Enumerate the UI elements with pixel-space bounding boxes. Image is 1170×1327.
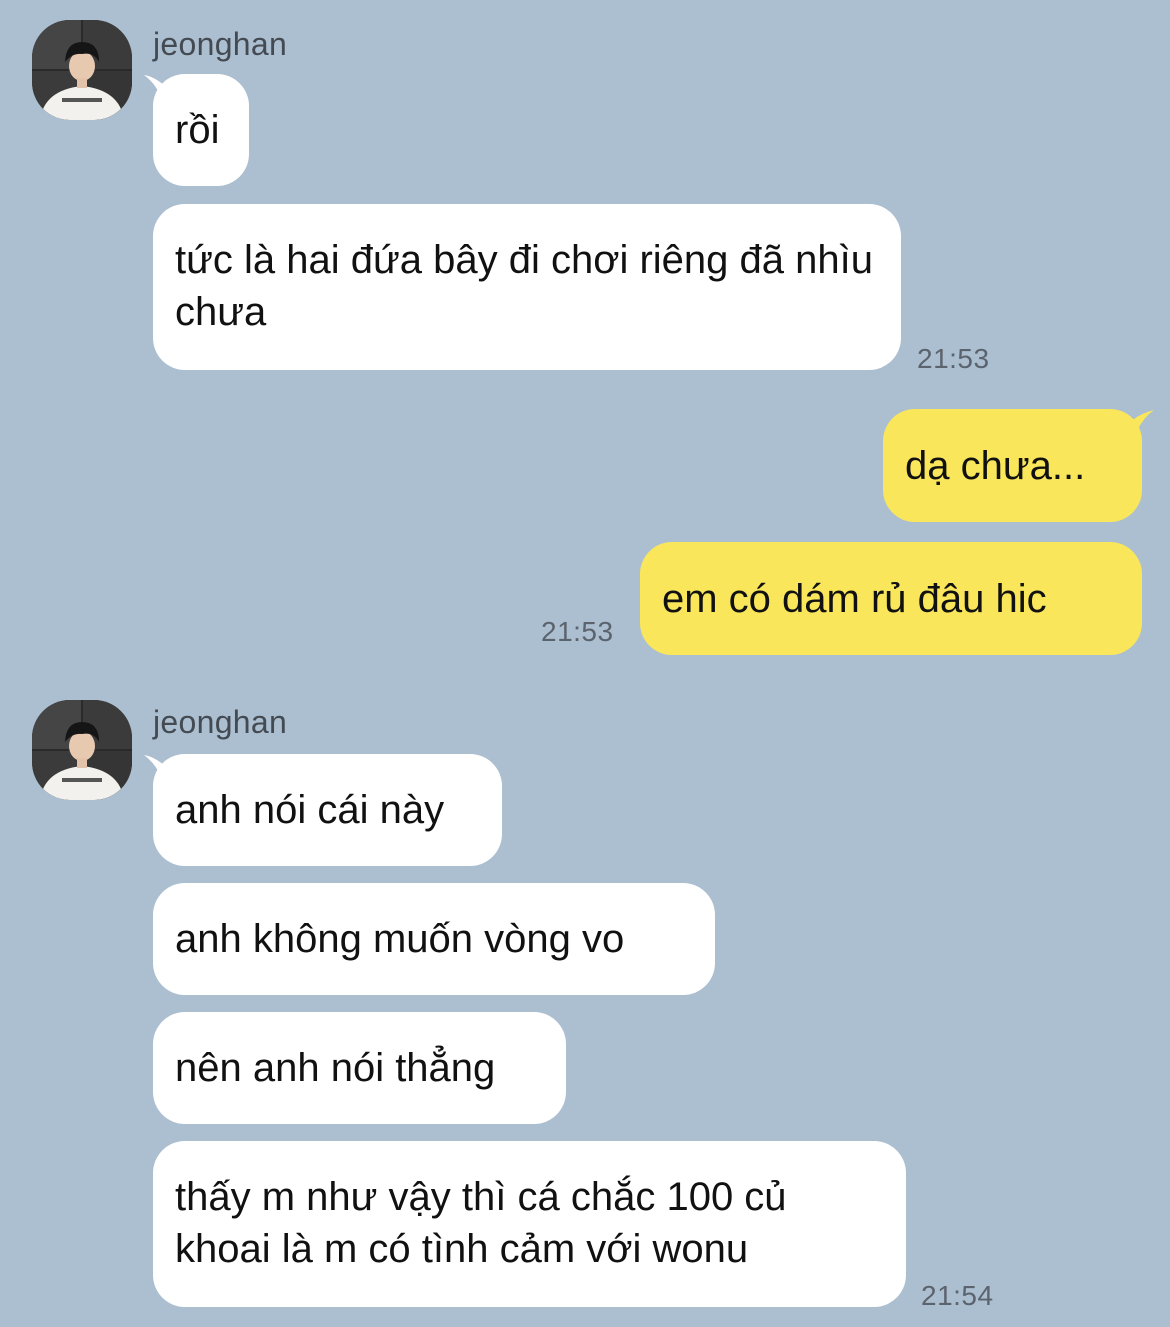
message-text: anh nói cái này bbox=[175, 788, 445, 832]
profile-photo-icon bbox=[32, 700, 132, 800]
message-text: em có dám rủ đâu hic bbox=[662, 576, 1047, 621]
message-text: dạ chưa... bbox=[905, 443, 1086, 488]
sender-name: jeonghan bbox=[153, 704, 288, 740]
message-text: nên anh nói thẳng bbox=[175, 1046, 496, 1090]
message-text: rồi bbox=[175, 108, 220, 152]
outgoing-message-bubble[interactable]: em có dám rủ đâu hic bbox=[640, 542, 1142, 655]
incoming-message-bubble[interactable]: nên anh nói thẳng bbox=[153, 1012, 566, 1124]
incoming-message-bubble[interactable]: thấy m như vậy thì cá chắc 100 củ khoai … bbox=[153, 1141, 906, 1307]
message-text: anh không muốn vòng vo bbox=[175, 917, 625, 961]
incoming-message-bubble[interactable]: anh không muốn vòng vo bbox=[153, 883, 715, 995]
avatar[interactable] bbox=[32, 700, 132, 800]
message-timestamp: 21:54 bbox=[921, 1280, 994, 1311]
message-timestamp: 21:53 bbox=[917, 343, 990, 374]
sender-name: jeonghan bbox=[153, 26, 288, 62]
incoming-message-bubble[interactable]: tức là hai đứa bây đi chơi riêng đã nhìu… bbox=[153, 204, 901, 370]
message-text: tức là hai đứa bây đi chơi riêng đã nhìu… bbox=[175, 238, 873, 334]
message-text: thấy m như vậy thì cá chắc 100 củ khoai … bbox=[175, 1175, 787, 1271]
profile-photo-icon bbox=[32, 20, 132, 120]
incoming-message-bubble[interactable]: anh nói cái này bbox=[153, 754, 502, 866]
message-timestamp: 21:53 bbox=[541, 616, 614, 647]
outgoing-message-bubble[interactable]: dạ chưa... bbox=[883, 409, 1142, 522]
avatar[interactable] bbox=[32, 20, 132, 120]
incoming-message-bubble[interactable]: rồi bbox=[153, 74, 249, 186]
